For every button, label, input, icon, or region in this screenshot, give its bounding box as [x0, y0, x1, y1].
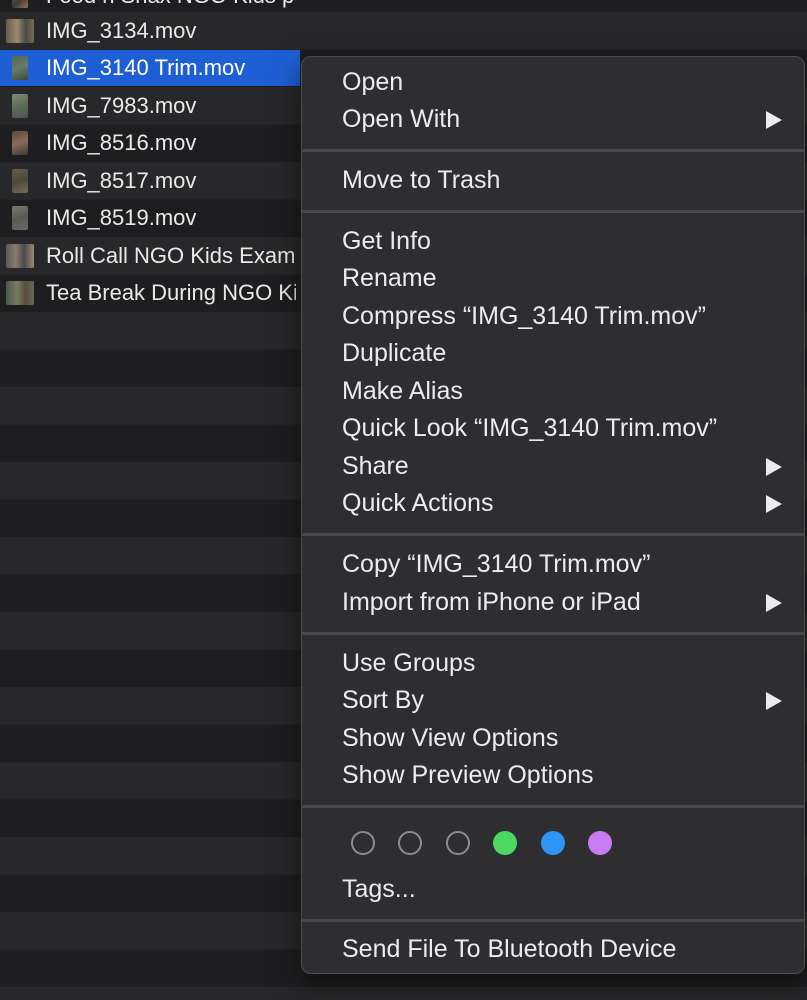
tag-blue-icon[interactable] — [541, 831, 565, 855]
portrait-icon — [12, 94, 28, 118]
menu-item-label: Tags... — [342, 875, 416, 903]
menu-item-label: Quick Look “IMG_3140 Trim.mov” — [342, 414, 718, 442]
context-menu: Open Open With Move to Trash Get Info Re… — [301, 56, 805, 974]
menu-item-label: Sort By — [342, 686, 424, 714]
file-name: IMG_7983.mov — [46, 93, 197, 118]
menu-item-rename[interactable]: Rename — [302, 260, 804, 297]
file-name: IMG_3140 Trim.mov — [46, 55, 246, 80]
menu-item-open[interactable]: Open — [302, 64, 804, 101]
menu-item-label: Rename — [342, 264, 437, 292]
file-row[interactable]: Food n Snax NGO Kids post Exam.mov — [0, 0, 807, 14]
menu-item-label: Show Preview Options — [342, 761, 594, 789]
portrait-icon — [12, 131, 28, 155]
file-name: Tea Break During NGO Kids Exam.mov — [46, 280, 296, 305]
tag-purple-icon[interactable] — [588, 831, 612, 855]
menu-item-open-with[interactable]: Open With — [302, 101, 804, 138]
tag-none-icon[interactable] — [351, 831, 375, 855]
menu-item-label: Get Info — [342, 227, 431, 255]
menu-item-tags[interactable]: Tags... — [302, 871, 804, 908]
menu-item-share[interactable]: Share — [302, 448, 804, 485]
file-name: IMG_8517.mov — [46, 168, 197, 193]
menu-item-label: Copy “IMG_3140 Trim.mov” — [342, 550, 651, 578]
menu-item-show-preview-options[interactable]: Show Preview Options — [302, 757, 804, 794]
portrait-icon — [12, 206, 28, 230]
file-name: IMG_8519.mov — [46, 205, 197, 230]
menu-item-label: Show View Options — [342, 724, 559, 752]
menu-separator — [302, 533, 804, 536]
menu-item-label: Open With — [342, 105, 461, 133]
menu-item-send-bluetooth[interactable]: Send File To Bluetooth Device — [302, 931, 804, 968]
menu-item-label: Import from iPhone or iPad — [342, 588, 641, 616]
menu-item-sort-by[interactable]: Sort By — [302, 682, 804, 719]
menu-item-label: Open — [342, 68, 404, 96]
file-row[interactable]: IMG_3134.mov — [0, 13, 807, 49]
landscape-icon — [6, 281, 34, 305]
menu-item-label: Send File To Bluetooth Device — [342, 935, 677, 963]
submenu-arrow-icon — [766, 457, 782, 476]
portrait-icon — [12, 0, 28, 8]
menu-item-quick-look[interactable]: Quick Look “IMG_3140 Trim.mov” — [302, 410, 804, 447]
menu-item-label: Move to Trash — [342, 166, 501, 194]
file-name: Roll Call NGO Kids Exam.mov — [46, 243, 296, 268]
portrait-icon — [12, 56, 28, 80]
menu-item-show-view-options[interactable]: Show View Options — [302, 720, 804, 757]
menu-item-label: Make Alias — [342, 377, 463, 405]
menu-separator — [302, 632, 804, 635]
tag-green-icon[interactable] — [493, 831, 517, 855]
menu-item-use-groups[interactable]: Use Groups — [302, 645, 804, 682]
menu-item-quick-actions[interactable]: Quick Actions — [302, 485, 804, 522]
menu-item-label: Compress “IMG_3140 Trim.mov” — [342, 302, 706, 330]
file-name: Food n Snax NGO Kids post Exam.mov — [46, 0, 296, 9]
portrait-icon — [12, 169, 28, 193]
menu-separator — [302, 805, 804, 808]
menu-item-make-alias[interactable]: Make Alias — [302, 373, 804, 410]
submenu-arrow-icon — [766, 494, 782, 513]
tag-none-icon[interactable] — [446, 831, 470, 855]
menu-item-import-from-device[interactable]: Import from iPhone or iPad — [302, 584, 804, 621]
landscape-icon — [6, 244, 34, 268]
tag-none-icon[interactable] — [398, 831, 422, 855]
menu-item-label: Share — [342, 452, 409, 480]
submenu-arrow-icon — [766, 691, 782, 710]
file-row-selected[interactable]: IMG_3140 Trim.mov — [0, 50, 300, 86]
menu-item-get-info[interactable]: Get Info — [302, 223, 804, 260]
menu-separator — [302, 210, 804, 213]
menu-separator — [302, 149, 804, 152]
file-name: IMG_3134.mov — [46, 18, 197, 43]
submenu-arrow-icon — [766, 593, 782, 612]
menu-item-compress[interactable]: Compress “IMG_3140 Trim.mov” — [302, 298, 804, 335]
menu-item-move-to-trash[interactable]: Move to Trash — [302, 162, 804, 199]
menu-item-copy[interactable]: Copy “IMG_3140 Trim.mov” — [302, 546, 804, 583]
menu-separator — [302, 919, 804, 922]
file-name: IMG_8516.mov — [46, 130, 197, 155]
menu-item-duplicate[interactable]: Duplicate — [302, 335, 804, 372]
landscape-icon — [6, 19, 34, 43]
menu-item-label: Duplicate — [342, 339, 447, 367]
menu-item-label: Quick Actions — [342, 489, 494, 517]
submenu-arrow-icon — [766, 110, 782, 129]
menu-item-label: Use Groups — [342, 649, 476, 677]
